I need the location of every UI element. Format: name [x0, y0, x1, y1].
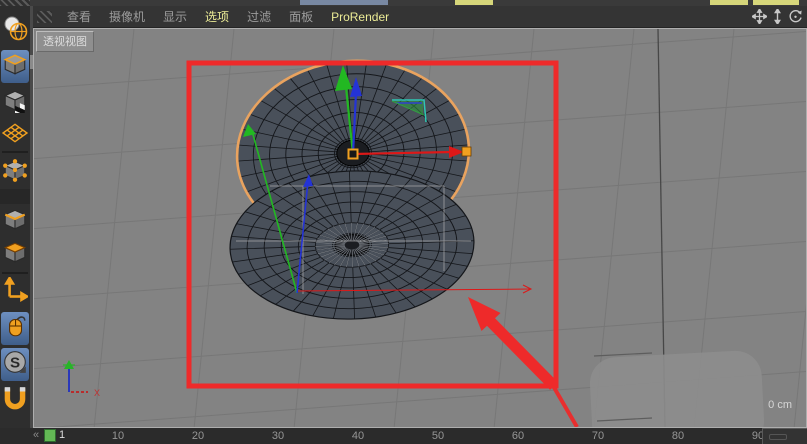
annotation-arrow [468, 297, 577, 427]
viewport-scene[interactable]: X [34, 29, 807, 428]
toolbar-edge-segment [455, 0, 493, 5]
polygons-mode-icon [2, 239, 28, 270]
toolbar-edge-segment [710, 0, 748, 5]
viewport-nav-icons [752, 9, 803, 24]
menu-item-6[interactable]: 面板 [280, 8, 322, 25]
menu-item-1[interactable]: 查看 [58, 8, 100, 25]
panel-hint [769, 434, 787, 440]
ruler-tick: 20 [192, 430, 204, 442]
current-frame-marker[interactable] [44, 429, 56, 442]
toolbar-separator [2, 272, 28, 274]
points-mode-icon [2, 157, 28, 188]
enable-axis-icon [2, 277, 28, 308]
menu-item-3[interactable]: 显示 [154, 8, 196, 25]
toolbar-polygons-mode-button[interactable] [1, 238, 29, 271]
menu-items: 查看摄像机显示选项过滤面板ProRender [58, 8, 398, 25]
render-view-icon [2, 15, 28, 46]
menu-item-4[interactable]: 选项 [196, 8, 238, 25]
viewport-label[interactable]: 透视视图 [36, 31, 94, 52]
ruler-tick: 80 [672, 430, 684, 442]
ruler-tick: 30 [272, 430, 284, 442]
texture-mode-icon [2, 87, 28, 118]
axis-center-handle [349, 150, 358, 159]
toolbar-edges-mode-button[interactable] [1, 205, 29, 238]
menu-item-7[interactable]: ProRender [322, 10, 398, 24]
timeline-corner-panel [762, 428, 807, 444]
menu-item-2[interactable]: 摄像机 [100, 8, 154, 25]
workplane-mode-icon [2, 120, 28, 151]
rotate-icon[interactable] [788, 9, 803, 24]
toolbar-texture-mode-button[interactable] [1, 86, 29, 119]
menu-grip-handle[interactable] [37, 11, 52, 23]
rewind-icon[interactable]: « [33, 429, 39, 441]
toolbar-magnet-snap-button[interactable] [1, 384, 29, 417]
menu-item-5[interactable]: 过滤 [238, 8, 280, 25]
toolbar-snap-s-button[interactable]: S [1, 348, 29, 381]
left-mode-toolbar: S [0, 6, 30, 444]
timeline-ruler[interactable]: « 1 102030405060708090 [0, 428, 807, 444]
toolbar-workplane-mode-button[interactable] [1, 119, 29, 152]
ruler-tick: 70 [592, 430, 604, 442]
ruler-tick: 10 [112, 430, 124, 442]
viewport-menubar: 查看摄像机显示选项过滤面板ProRender [0, 6, 807, 28]
world-axis-indicator: X [63, 360, 100, 398]
ruler-tick: 60 [512, 430, 524, 442]
svg-text:X: X [94, 388, 100, 398]
toolbar-model-mode-button[interactable] [1, 50, 29, 83]
toolbar-edge-segment [300, 0, 388, 5]
toolbar-points-mode-button[interactable] [1, 156, 29, 189]
dolly-icon[interactable] [770, 9, 785, 24]
model-mode-icon [2, 51, 28, 82]
svg-text:S: S [10, 354, 20, 371]
c4d-window: 查看摄像机显示选项过滤面板ProRender S 透视视图 X 0 cm « 1… [0, 0, 807, 444]
viewport-solo-icon [2, 313, 28, 344]
ghost-shape [589, 350, 766, 428]
size-readout: 0 cm [768, 399, 792, 411]
toolbar-enable-axis-button[interactable] [1, 276, 29, 309]
toolbar-separator [0, 189, 30, 204]
magnet-snap-icon [2, 385, 28, 416]
current-frame-number: 1 [59, 429, 65, 441]
pan-icon[interactable] [752, 9, 767, 24]
edges-mode-icon [2, 206, 28, 237]
x-axis-handle [462, 147, 471, 156]
ruler-tick: 50 [432, 430, 444, 442]
toolbar-render-view-button[interactable] [1, 14, 29, 47]
toolbar-viewport-solo-button[interactable] [1, 312, 29, 345]
ruler-tick: 40 [352, 430, 364, 442]
snap-s-icon: S [2, 349, 28, 380]
perspective-viewport[interactable]: 透视视图 X 0 cm [33, 28, 807, 428]
toolbar-edge-segment [753, 0, 799, 5]
